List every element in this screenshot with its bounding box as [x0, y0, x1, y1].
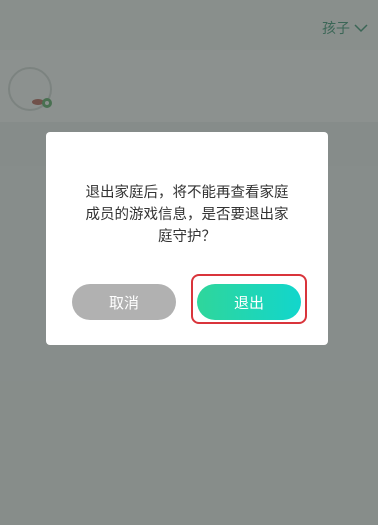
dialog-message-line: 退出家庭后，将不能再查看家庭: [85, 185, 289, 201]
dialog-message-line: 成员的游戏信息，是否要退出家: [85, 207, 289, 223]
exit-family-dialog: 退出家庭后，将不能再查看家庭 成员的游戏信息，是否要退出家 庭守护？ 取消 退出: [46, 132, 328, 345]
exit-button[interactable]: 退出: [197, 284, 301, 320]
dialog-message: 退出家庭后，将不能再查看家庭 成员的游戏信息，是否要退出家 庭守护？: [46, 182, 328, 248]
cancel-button[interactable]: 取消: [72, 284, 176, 320]
dialog-message-line: 庭守护？: [158, 229, 216, 245]
